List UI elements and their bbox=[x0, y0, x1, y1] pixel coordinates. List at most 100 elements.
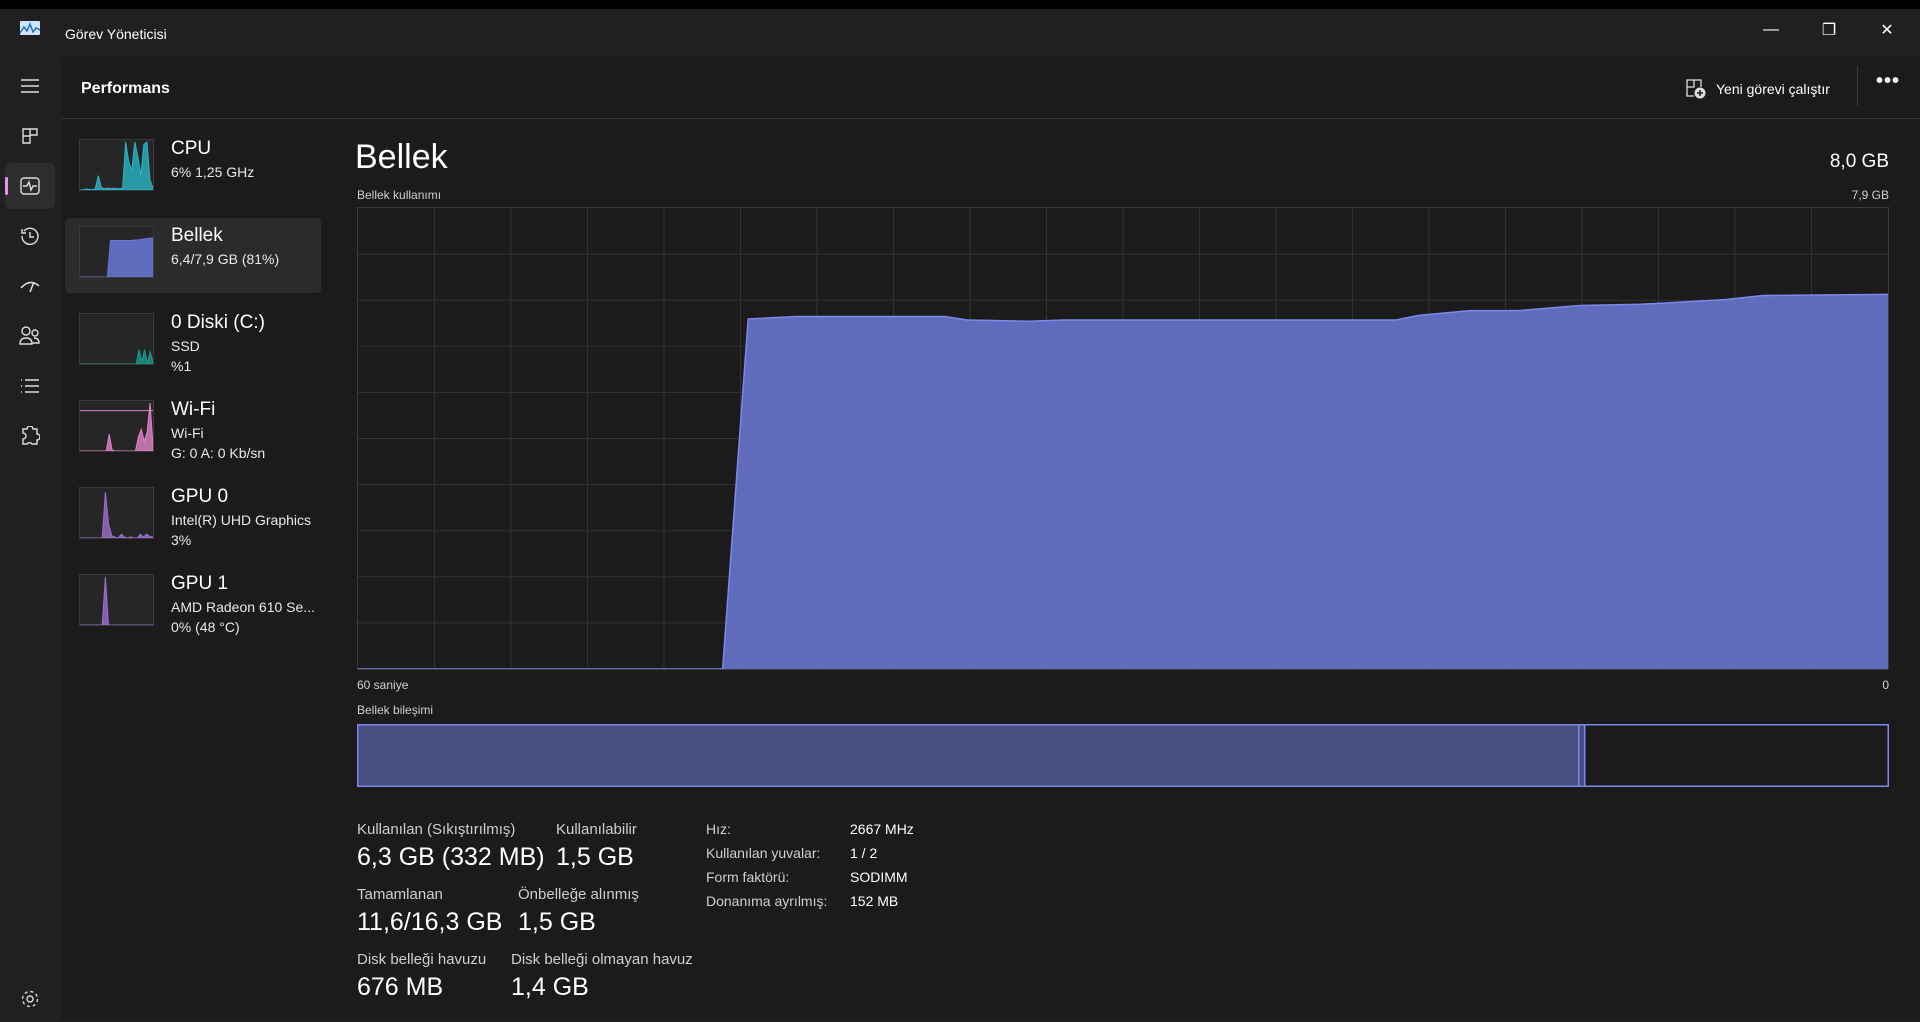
in-use-value: 6,3 GB (332 MB) bbox=[357, 843, 545, 872]
resource-detail: 6,4/7,9 GB (81%) bbox=[171, 251, 279, 267]
performance-icon bbox=[20, 177, 40, 195]
close-icon: ✕ bbox=[1880, 20, 1893, 40]
resource-detail: 6% 1,25 GHz bbox=[171, 164, 254, 180]
resource-detail-2: 0% (48 °C) bbox=[171, 619, 240, 635]
sparkline-area bbox=[80, 403, 153, 451]
nonpaged-pool-label: Disk belleği olmayan havuz bbox=[511, 951, 693, 968]
memory-composition-bar bbox=[357, 724, 1889, 787]
sparkline-area bbox=[80, 238, 153, 277]
resource-item-5[interactable]: GPU 1 AMD Radeon 610 Se... 0% (48 °C) bbox=[65, 566, 321, 641]
nav-processes[interactable] bbox=[5, 113, 55, 159]
nonpaged-pool-value: 1,4 GB bbox=[511, 973, 589, 1002]
slots-value: 1 / 2 bbox=[850, 845, 877, 861]
sparkline-area bbox=[80, 577, 153, 625]
nav-startup[interactable] bbox=[5, 263, 55, 309]
resource-name: GPU 1 bbox=[171, 573, 228, 595]
hardware-reserved-label: Donanıma ayrılmış: bbox=[706, 893, 827, 909]
resource-detail: Wi-Fi bbox=[171, 425, 204, 441]
committed-label: Tamamlanan bbox=[357, 886, 443, 903]
top-strip bbox=[0, 0, 1920, 9]
nav-menu-button[interactable] bbox=[5, 63, 55, 109]
page-header: Performans Yeni görevi çalıştır ••• bbox=[61, 56, 1920, 119]
resource-item-2[interactable]: 0 Diski (C:) SSD %1 bbox=[65, 305, 321, 380]
memory-usage-chart bbox=[357, 207, 1889, 670]
time-axis-left: 60 saniye bbox=[357, 678, 408, 692]
cached-value: 1,5 GB bbox=[518, 908, 596, 937]
resource-item-0[interactable]: CPU 6% 1,25 GHz bbox=[65, 131, 321, 206]
resource-name: CPU bbox=[171, 138, 211, 160]
window-title: Görev Yöneticisi bbox=[65, 26, 167, 42]
total-memory: 8,0 GB bbox=[1830, 151, 1889, 173]
nav-performance[interactable] bbox=[5, 163, 55, 209]
sparkline-area bbox=[80, 350, 153, 364]
hamburger-icon bbox=[20, 78, 40, 94]
resource-detail-2: %1 bbox=[171, 358, 191, 374]
resource-detail: SSD bbox=[171, 338, 200, 354]
composition-modified[interactable] bbox=[1579, 725, 1585, 787]
detail-title: Bellek bbox=[355, 138, 448, 177]
committed-value: 11,6/16,3 GB bbox=[357, 908, 502, 937]
minimize-icon: — bbox=[1763, 21, 1779, 39]
resource-item-3[interactable]: Wi-Fi Wi-Fi G: 0 A: 0 Kb/sn bbox=[65, 392, 321, 467]
sparkline-thumbnail bbox=[79, 139, 154, 191]
nav-app-history[interactable] bbox=[5, 213, 55, 259]
available-value: 1,5 GB bbox=[556, 843, 634, 872]
sparkline-thumbnail bbox=[79, 487, 154, 539]
more-options-button[interactable]: ••• bbox=[1876, 70, 1900, 93]
nav-settings[interactable] bbox=[5, 976, 55, 1022]
resource-name: GPU 0 bbox=[171, 486, 228, 508]
in-use-label: Kullanılan (Sıkıştırılmış) bbox=[357, 821, 515, 838]
new-task-icon bbox=[1686, 79, 1706, 99]
resource-name: Wi-Fi bbox=[171, 399, 215, 421]
resource-detail-2: G: 0 A: 0 Kb/sn bbox=[171, 445, 265, 461]
resource-name: Bellek bbox=[171, 225, 223, 247]
task-manager-logo-icon bbox=[20, 21, 40, 35]
sparkline-thumbnail bbox=[79, 313, 154, 365]
processes-icon bbox=[21, 127, 39, 145]
speed-value: 2667 MHz bbox=[850, 821, 914, 837]
paged-pool-value: 676 MB bbox=[357, 973, 443, 1002]
time-axis-right: 0 bbox=[1882, 678, 1889, 692]
sparkline-area bbox=[80, 142, 153, 190]
run-new-task-button[interactable]: Yeni görevi çalıştır bbox=[1686, 74, 1830, 104]
form-factor-label: Form faktörü: bbox=[706, 869, 789, 885]
nav-users[interactable] bbox=[5, 313, 55, 359]
nav-services[interactable] bbox=[5, 413, 55, 459]
resource-name: 0 Diski (C:) bbox=[171, 312, 265, 334]
gear-icon bbox=[20, 989, 40, 1009]
nav-rail bbox=[0, 56, 61, 1020]
page-title: Performans bbox=[81, 80, 170, 98]
usage-max-label: 7,9 GB bbox=[1852, 188, 1889, 202]
available-label: Kullanılabilir bbox=[556, 821, 637, 838]
restore-icon: ❐ bbox=[1822, 20, 1836, 40]
title-bar: Görev Yöneticisi — ❐ ✕ bbox=[0, 9, 1920, 56]
slots-label: Kullanılan yuvalar: bbox=[706, 845, 820, 861]
cached-label: Önbelleğe alınmış bbox=[518, 886, 639, 903]
sparkline-thumbnail bbox=[79, 400, 154, 452]
resource-item-1[interactable]: Bellek 6,4/7,9 GB (81%) bbox=[65, 218, 321, 293]
form-factor-value: SODIMM bbox=[850, 869, 908, 885]
resource-item-4[interactable]: GPU 0 Intel(R) UHD Graphics 3% bbox=[65, 479, 321, 554]
sparkline-area bbox=[80, 492, 153, 538]
resource-detail: AMD Radeon 610 Se... bbox=[171, 599, 315, 615]
header-divider bbox=[1857, 66, 1858, 106]
resource-detail-2: 3% bbox=[171, 532, 191, 548]
close-button[interactable]: ✕ bbox=[1864, 15, 1910, 45]
resource-detail: Intel(R) UHD Graphics bbox=[171, 512, 311, 528]
speed-label: Hız: bbox=[706, 821, 731, 837]
composition-label: Bellek bileşimi bbox=[357, 703, 433, 717]
paged-pool-label: Disk belleği havuzu bbox=[357, 951, 486, 968]
minimize-button[interactable]: — bbox=[1748, 15, 1794, 45]
details-list-icon bbox=[20, 378, 40, 394]
history-icon bbox=[20, 226, 40, 246]
nav-details[interactable] bbox=[5, 363, 55, 409]
users-icon bbox=[19, 326, 41, 346]
hardware-reserved-value: 152 MB bbox=[850, 893, 898, 909]
usage-label: Bellek kullanımı bbox=[357, 188, 441, 202]
startup-speedometer-icon bbox=[19, 278, 41, 294]
restore-button[interactable]: ❐ bbox=[1806, 15, 1852, 45]
sparkline-thumbnail bbox=[79, 574, 154, 626]
composition-in-use[interactable] bbox=[358, 725, 1580, 787]
run-new-task-label: Yeni görevi çalıştır bbox=[1716, 81, 1830, 97]
sparkline-thumbnail bbox=[79, 226, 154, 278]
